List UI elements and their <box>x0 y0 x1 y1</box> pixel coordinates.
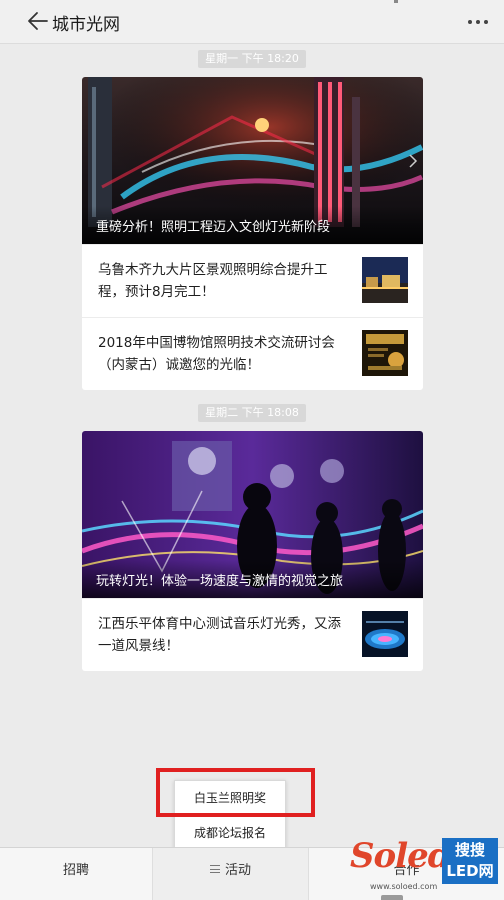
thumbnail-image-stadium <box>362 611 408 657</box>
list-item[interactable]: 乌鲁木齐九大片区景观照明综合提升工程，预计8月完工！ <box>82 244 423 317</box>
watermark-badge-line1: 搜搜 <box>454 841 485 859</box>
menu-item-chengdu-forum[interactable]: 成都论坛报名 <box>175 815 285 849</box>
top-bar: 城市光网 <box>0 0 504 44</box>
thumbnail <box>362 611 408 657</box>
top-edge-mark <box>394 0 398 3</box>
menu-icon <box>209 865 220 873</box>
article-card: 玩转灯光！体验一场速度与激情的视觉之旅 江西乐平体育中心测试音乐灯光秀，又添一道… <box>82 431 423 671</box>
tab-recruitment[interactable]: 招聘 <box>0 848 152 900</box>
list-item[interactable]: 江西乐平体育中心测试音乐灯光秀，又添一道风景线！ <box>82 598 423 671</box>
watermark-badge-line2: LED网 <box>446 862 494 880</box>
thumbnail <box>362 257 408 303</box>
hero-caption: 玩转灯光！体验一场速度与激情的视觉之旅 <box>82 560 423 598</box>
article-title: 乌鲁木齐九大片区景观照明综合提升工程，预计8月完工！ <box>98 262 328 300</box>
page-title: 城市光网 <box>52 15 120 35</box>
hero-article[interactable]: 重磅分析！照明工程迈入文创灯光新阶段 <box>82 77 423 244</box>
article-card: 重磅分析！照明工程迈入文创灯光新阶段 乌鲁木齐九大片区景观照明综合提升工程，预计… <box>82 77 423 390</box>
thumbnail-image-poster <box>362 330 408 376</box>
thumbnail-image-city <box>362 257 408 303</box>
hero-caption: 重磅分析！照明工程迈入文创灯光新阶段 <box>82 206 423 244</box>
more-options-icon[interactable] <box>466 18 490 26</box>
watermark-logo: Soled 搜搜 LED网 www.soloed.com <box>350 832 504 900</box>
watermark-url: www.soloed.com <box>370 882 438 891</box>
article-title: 江西乐平体育中心测试音乐灯光秀，又添一道风景线！ <box>98 616 341 654</box>
timestamp-badge: 星期二 下午 18:08 <box>198 404 306 422</box>
list-item[interactable]: 2018年中国博物馆照明技术交流研讨会（内蒙古）诚邀您的光临！ <box>82 317 423 390</box>
tab-label: 活动 <box>224 863 251 878</box>
timestamp-badge: 星期一 下午 18:20 <box>198 50 306 68</box>
tab-label: 招聘 <box>62 863 89 878</box>
hero-article[interactable]: 玩转灯光！体验一场速度与激情的视觉之旅 <box>82 431 423 598</box>
thumbnail <box>362 330 408 376</box>
tab-activities[interactable]: 活动 <box>152 848 403 900</box>
red-highlight-box <box>156 768 315 817</box>
watermark-badge: 搜搜 LED网 <box>442 838 498 884</box>
watermark-brand: Soled <box>350 836 452 876</box>
article-title: 2018年中国博物馆照明技术交流研讨会（内蒙古）诚邀您的光临！ <box>98 335 335 373</box>
back-arrow-icon[interactable] <box>26 10 48 32</box>
